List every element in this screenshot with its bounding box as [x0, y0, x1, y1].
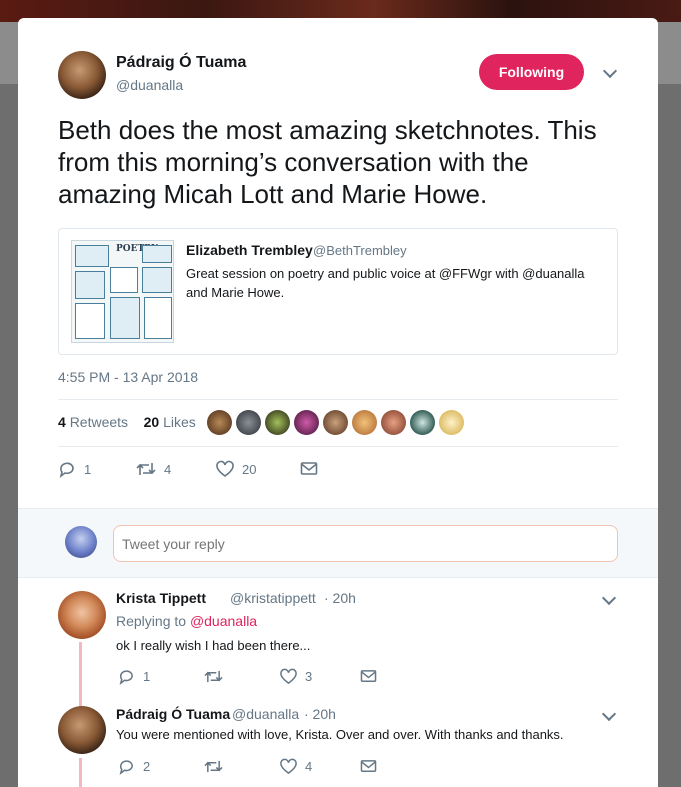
chevron-down-icon[interactable] — [601, 706, 617, 722]
reply-actions: 1 3 — [118, 668, 377, 685]
liker-avatar[interactable] — [323, 410, 348, 435]
sketchnote-thumbnail[interactable]: POETRY — [71, 240, 174, 343]
heart-icon — [280, 668, 297, 685]
retweet-icon — [204, 760, 223, 773]
liker-avatar[interactable] — [439, 410, 464, 435]
retweets-count: 4 — [58, 414, 66, 430]
reply-action[interactable]: 1 — [58, 460, 136, 478]
chevron-down-icon[interactable] — [602, 63, 618, 79]
replying-to: Replying to @duanalla — [116, 613, 257, 629]
retweets-stat[interactable]: 4 Retweets — [58, 414, 128, 430]
liker-avatar[interactable] — [294, 410, 319, 435]
envelope-icon — [300, 462, 318, 475]
divider — [58, 399, 618, 400]
replying-to-label: Replying to — [116, 613, 187, 629]
retweet-action[interactable] — [204, 668, 280, 685]
retweets-label: Retweets — [69, 414, 129, 430]
likes-count: 20 — [143, 414, 160, 430]
reply-text: ok I really wish I had been there... — [116, 638, 311, 653]
message-action[interactable] — [300, 461, 318, 477]
reply-icon — [119, 760, 133, 775]
retweet-count: 4 — [164, 461, 172, 477]
envelope-icon — [360, 760, 377, 772]
quoted-author-name[interactable]: Elizabeth Trembley — [186, 242, 313, 258]
liker-avatar[interactable] — [236, 410, 261, 435]
reply-action[interactable]: 1 — [118, 668, 204, 685]
reply-count: 1 — [143, 669, 151, 684]
tweet-actions: 1 4 20 — [58, 460, 318, 478]
retweet-action[interactable] — [204, 758, 280, 775]
retweet-icon — [204, 670, 223, 683]
tweet-reply-input[interactable] — [113, 525, 618, 562]
like-action[interactable]: 20 — [216, 460, 300, 478]
tweet-timestamp[interactable]: 4:55 PM - 13 Apr 2018 — [58, 369, 198, 385]
reply-time[interactable]: · 20h — [304, 706, 336, 722]
reply-text: You were mentioned with love, Krista. Ov… — [116, 727, 564, 742]
chevron-down-icon[interactable] — [601, 590, 617, 606]
like-count: 3 — [305, 669, 313, 684]
tweet-modal: Pádraig Ó Tuama @duanalla Following Beth… — [18, 18, 658, 787]
quoted-author-handle[interactable]: @BethTrembley — [313, 243, 407, 258]
reply-composer — [18, 508, 658, 578]
following-button[interactable]: Following — [479, 54, 584, 90]
envelope-icon — [360, 670, 377, 682]
reply-count: 2 — [143, 759, 151, 774]
engagement-stats: 4 Retweets 20 Likes — [58, 414, 196, 430]
like-count: 4 — [305, 759, 313, 774]
quoted-tweet-text: Great session on poetry and public voice… — [186, 266, 585, 300]
thread-connector — [79, 758, 82, 787]
liker-avatar[interactable] — [265, 410, 290, 435]
reply-author-name[interactable]: Krista Tippett — [116, 590, 206, 606]
reply-author-name[interactable]: Pádraig Ó Tuama — [116, 706, 230, 722]
liker-avatars — [207, 410, 464, 435]
retweet-icon — [136, 463, 156, 475]
reply-actions: 2 4 — [118, 758, 377, 775]
heart-icon — [216, 460, 234, 477]
retweet-action[interactable]: 4 — [136, 460, 216, 478]
liker-avatar[interactable] — [207, 410, 232, 435]
likes-label: Likes — [163, 414, 196, 430]
replying-to-link[interactable]: @duanalla — [190, 613, 257, 629]
current-user-avatar[interactable] — [65, 526, 97, 558]
liker-avatar[interactable] — [352, 410, 377, 435]
liker-avatar[interactable] — [381, 410, 406, 435]
reply-author-avatar[interactable] — [58, 591, 106, 639]
author-name[interactable]: Pádraig Ó Tuama — [116, 54, 246, 72]
reply-count: 1 — [84, 461, 92, 477]
reply-author-handle[interactable]: @duanalla — [232, 706, 299, 722]
message-action[interactable] — [360, 759, 377, 774]
quoted-tweet[interactable]: POETRY Elizabeth Trembley @BethTrembley … — [58, 228, 618, 355]
author-avatar[interactable] — [58, 51, 106, 99]
reply-icon — [119, 670, 133, 685]
reply-time[interactable]: · 20h — [324, 590, 356, 606]
divider — [58, 446, 618, 447]
message-action[interactable] — [360, 669, 377, 684]
liker-avatar[interactable] — [410, 410, 435, 435]
like-count: 20 — [242, 461, 257, 477]
heart-icon — [280, 758, 297, 775]
reply-author-handle[interactable]: @kristatippett — [230, 590, 316, 606]
reply-action[interactable]: 2 — [118, 758, 204, 775]
like-action[interactable]: 3 — [280, 668, 360, 685]
reply-icon — [59, 462, 74, 478]
tweet-text: Beth does the most amazing sketchnotes. … — [58, 115, 597, 209]
like-action[interactable]: 4 — [280, 758, 360, 775]
likes-stat[interactable]: 20 Likes — [144, 414, 196, 430]
author-handle[interactable]: @duanalla — [116, 77, 183, 93]
reply-author-avatar[interactable] — [58, 706, 106, 754]
